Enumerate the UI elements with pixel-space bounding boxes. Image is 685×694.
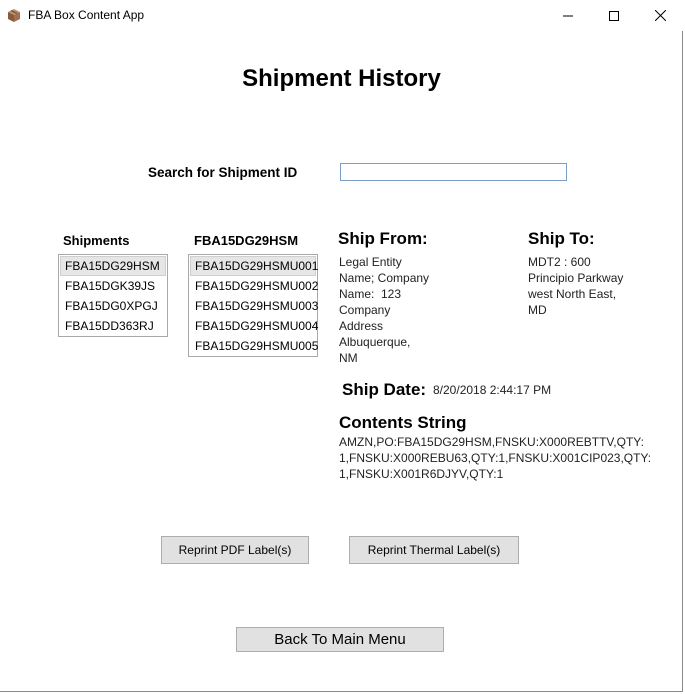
ship-to-line: west North East, [528,287,617,301]
ship-date-value: 8/20/2018 2:44:17 PM [433,383,552,397]
ship-to-heading: Ship To: [528,229,595,248]
contents-line: AMZN,PO:FBA15DG29HSM,FNSKU:X000REBTTV,QT… [339,435,644,449]
boxes-heading: FBA15DG29HSM [194,233,299,248]
ship-from-line: Name: 123 [339,287,402,301]
back-to-main-menu-button[interactable]: Back To Main Menu [236,627,444,652]
shipments-listbox[interactable]: FBA15DG29HSM FBA15DGK39JS FBA15DG0XPGJ F… [58,254,168,337]
shipments-heading: Shipments [63,233,130,248]
app-box-icon [6,7,22,23]
ship-from-line: Legal Entity [339,255,402,269]
close-button[interactable] [637,0,683,31]
box-list-item[interactable]: FBA15DG29HSMU001 [190,256,318,276]
ship-date-label: Ship Date: [342,380,427,399]
ship-from-line: NM [339,351,358,365]
shipment-list-item[interactable]: FBA15DGK39JS [60,276,166,296]
shipment-list-item[interactable]: FBA15DG0XPGJ [60,296,166,316]
box-list-item[interactable]: FBA15DG29HSMU002 [190,276,318,296]
box-list-item[interactable]: FBA15DG29HSMU003 [190,296,318,316]
ship-to-line: MDT2 : 600 [528,255,591,269]
window-title: FBA Box Content App [28,8,145,22]
ship-from-line: Name; Company [339,271,430,285]
ship-from-address: Legal Entity Name; Company Name: 123 Com… [339,254,449,366]
shipment-list-item[interactable]: FBA15DD363RJ [60,316,166,336]
contents-heading: Contents String [339,413,467,432]
app-window: FBA Box Content App Shipment History Sea… [0,0,683,692]
ship-from-heading: Ship From: [338,229,428,248]
ship-from-line: Company [339,303,391,317]
contents-string: AMZN,PO:FBA15DG29HSM,FNSKU:X000REBTTV,QT… [339,434,652,482]
ship-from-line: Address [339,319,384,333]
shipment-list-item[interactable]: FBA15DG29HSM [60,256,166,276]
ship-to-line: MD [528,303,547,317]
search-label: Search for Shipment ID [148,165,298,180]
reprint-pdf-button[interactable]: Reprint PDF Label(s) [161,536,309,564]
minimize-button[interactable] [545,0,591,31]
maximize-button[interactable] [591,0,637,31]
contents-line: 1,FNSKU:X000REBU63,QTY:1,FNSKU:X001CIP02… [339,451,652,465]
boxes-listbox[interactable]: FBA15DG29HSMU001 FBA15DG29HSMU002 FBA15D… [188,254,318,357]
box-list-item[interactable]: FBA15DG29HSMU005 [190,336,318,356]
ship-from-line: Albuquerque, [339,335,411,349]
maximize-icon [609,10,619,21]
box-list-item[interactable]: FBA15DG29HSMU004 [190,316,318,336]
ship-to-address: MDT2 : 600 Principio Parkway west North … [528,254,658,318]
title-bar[interactable]: FBA Box Content App [0,0,683,31]
close-icon [654,10,666,21]
reprint-thermal-button[interactable]: Reprint Thermal Label(s) [349,536,519,564]
ship-to-line: Principio Parkway [528,271,624,285]
contents-line: 1,FNSKU:X001R6DJYV,QTY:1 [339,467,504,481]
page-title: Shipment History [242,65,441,92]
minimize-icon [563,15,573,16]
search-input[interactable] [340,163,567,181]
